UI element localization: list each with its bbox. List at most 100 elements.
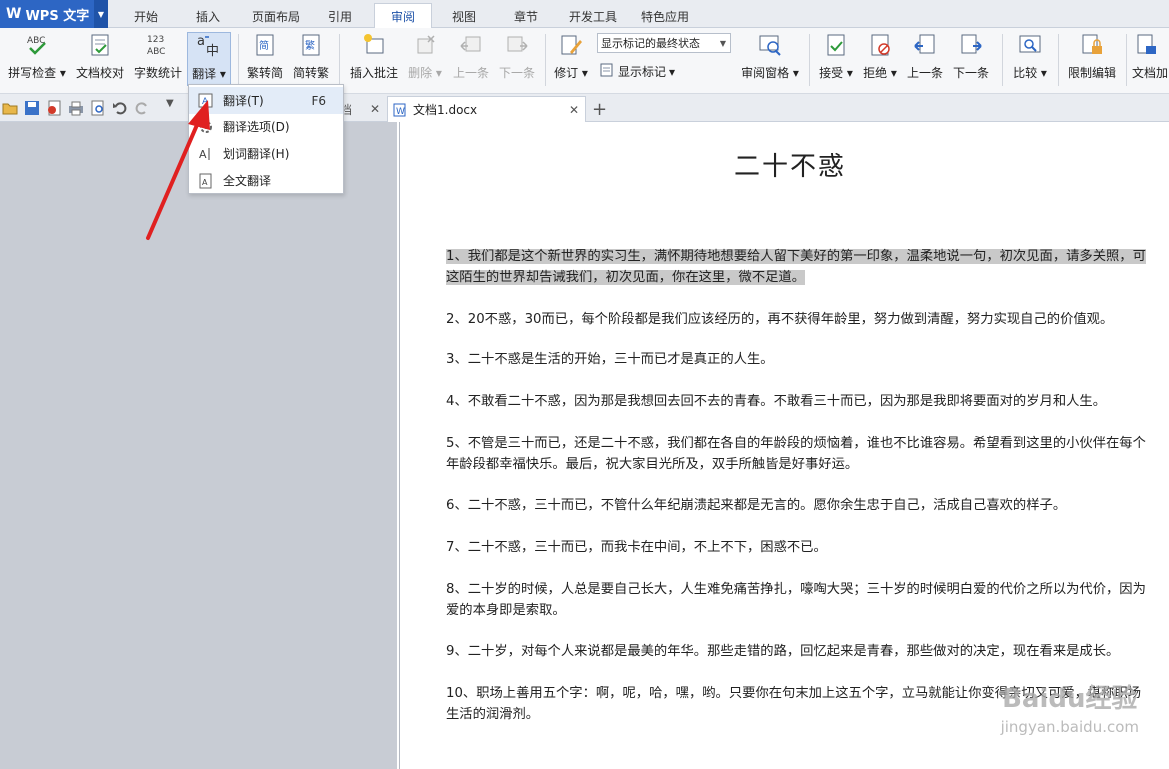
print-preview-icon[interactable] <box>90 100 106 116</box>
prev-comment-icon <box>458 32 484 58</box>
svg-text:中: 中 <box>206 44 219 59</box>
new-tab-button[interactable]: + <box>592 96 607 122</box>
insert-comment-label: 插入批注 <box>349 66 398 80</box>
menu-bar: W WPS 文字 ▼ 开始 插入 页面布局 引用 审阅 视图 章节 开发工具 特… <box>0 0 1169 29</box>
show-markup-button[interactable]: 显示标记 ▾ <box>600 63 675 80</box>
doc-encrypt-button[interactable]: 文档加 <box>1132 32 1169 86</box>
insert-comment-button[interactable]: 插入批注 <box>347 32 401 86</box>
revise-icon <box>558 32 584 58</box>
prev-change-button[interactable]: 上一条 <box>904 32 946 86</box>
next-comment-label: 下一条 <box>498 66 535 80</box>
export-pdf-icon[interactable] <box>46 100 62 116</box>
spell-check-icon: ABC <box>24 32 50 58</box>
tab-references[interactable]: 引用 <box>314 4 366 28</box>
markup-state-select[interactable]: 显示标记的最终状态 ▼ <box>597 33 731 53</box>
next-comment-icon <box>504 32 530 58</box>
doc-tab-label: 文档1.docx <box>413 103 478 117</box>
doc-proof-label: 文档校对 <box>75 66 124 80</box>
doc-proof-icon <box>87 32 113 58</box>
svg-text:简: 简 <box>259 39 269 52</box>
tab-chapter[interactable]: 章节 <box>500 4 552 28</box>
tab-developer[interactable]: 开发工具 <box>560 4 626 28</box>
svg-text:a: a <box>197 34 205 49</box>
accept-label: 接受 <box>819 66 844 80</box>
reject-button[interactable]: 拒绝 ▾ <box>860 32 900 86</box>
review-pane-button[interactable]: 审阅窗格 ▾ <box>738 32 802 86</box>
wps-logo-icon: W <box>6 6 22 22</box>
tab-document[interactable]: W 文档1.docx ✕ <box>387 96 586 122</box>
chevron-down-icon[interactable]: ▼ <box>94 0 108 28</box>
document-page[interactable]: 二十不惑 1、我们都是这个新世界的实习生，满怀期待地想要给人留下美好的第一印象，… <box>399 122 1169 769</box>
tab-view[interactable]: 视图 <box>438 4 490 28</box>
app-title: WPS 文字 <box>25 8 90 24</box>
prev-change-label: 上一条 <box>906 66 943 80</box>
revise-button[interactable]: 修订 ▾ <box>551 32 591 86</box>
paragraph: 1、我们都是这个新世界的实习生，满怀期待地想要给人留下美好的第一印象，温柔地说一… <box>446 249 1146 285</box>
show-markup-label: 显示标记 <box>618 65 667 79</box>
menu-item-label: 全文翻译 <box>223 174 272 188</box>
paragraph: 7、二十不惑，三十而已，而我卡在中间，不上不下，困惑不已。 <box>446 540 827 555</box>
paragraph: 6、二十不惑，三十而已，不管什么年纪崩溃起来都是无言的。愿你余生忠于自己，活成自… <box>446 498 1067 513</box>
word-count-icon: 123 ABC <box>145 32 171 58</box>
doc-proof-button[interactable]: 文档校对 <box>74 32 126 86</box>
tab-features[interactable]: 特色应用 <box>632 4 698 28</box>
delete-label: 删除 <box>408 66 433 80</box>
close-icon[interactable]: ✕ <box>569 103 579 117</box>
ribbon-divider <box>545 34 546 86</box>
compare-label: 比较 <box>1013 66 1038 80</box>
revise-label: 修订 <box>554 66 579 80</box>
word-count-button[interactable]: 123 ABC 字数统计 <box>132 32 184 86</box>
translate-icon: a中 <box>196 33 222 59</box>
trad-to-simp-label: 繁转简 <box>246 66 283 80</box>
tab-review[interactable]: 审阅 <box>374 3 432 29</box>
tab-insert[interactable]: 插入 <box>180 4 236 28</box>
prev-comment-label: 上一条 <box>452 66 489 80</box>
svg-text:W: W <box>396 107 405 117</box>
next-change-icon <box>958 32 984 58</box>
svg-text:123: 123 <box>147 35 164 45</box>
app-menu-button[interactable]: W WPS 文字 ▼ <box>0 0 108 28</box>
accept-icon <box>823 32 849 58</box>
simp-to-trad-button[interactable]: 繁 简转繁 <box>290 32 332 86</box>
simp-to-trad-label: 简转繁 <box>292 66 329 80</box>
compare-button[interactable]: 比较 ▾ <box>1008 32 1052 86</box>
prev-change-icon <box>912 32 938 58</box>
restrict-edit-label: 限制编辑 <box>1067 66 1116 80</box>
menu-item-label: 翻译选项(D) <box>223 120 290 134</box>
restrict-edit-button[interactable]: 限制编辑 <box>1064 32 1120 86</box>
menu-item-shortcut: F6 <box>311 93 326 108</box>
markup-state-value: 显示标记的最终状态 <box>601 37 700 50</box>
close-icon[interactable]: ✕ <box>370 102 380 116</box>
ribbon-divider <box>1126 34 1127 86</box>
red-pointer-arrow <box>146 100 210 240</box>
compare-icon <box>1017 32 1043 58</box>
insert-comment-icon <box>361 32 387 58</box>
reject-icon <box>867 32 893 58</box>
paragraph: 3、二十不惑是生活的开始，三十而已才是真正的人生。 <box>446 352 774 367</box>
svg-text:ABC: ABC <box>147 47 165 57</box>
hidden-doc-tab[interactable]: 档 ✕ <box>340 96 384 122</box>
print-icon[interactable] <box>68 100 84 116</box>
undo-icon[interactable] <box>112 100 128 116</box>
spell-check-button[interactable]: ABC 拼写检查 ▾ <box>6 32 68 86</box>
delete-comment-button[interactable]: 删除 ▾ <box>406 32 444 86</box>
open-folder-icon[interactable] <box>2 100 18 116</box>
chevron-down-icon: ▼ <box>719 38 726 48</box>
lock-icon <box>1079 32 1105 58</box>
word-doc-icon: W <box>393 103 406 117</box>
ribbon: ABC 拼写检查 ▾ 文档校对 123 ABC 字数统计 a中 翻译 ▾ 简 繁转… <box>0 28 1169 94</box>
ribbon-divider <box>809 34 810 86</box>
word-count-label: 字数统计 <box>133 66 182 80</box>
baidu-watermark: Baidu经验 jingyan.baidu.com <box>1000 684 1139 736</box>
tab-page-layout[interactable]: 页面布局 <box>244 4 308 28</box>
trad-to-simp-button[interactable]: 简 繁转简 <box>244 32 286 86</box>
save-icon[interactable] <box>24 100 40 116</box>
accept-button[interactable]: 接受 ▾ <box>816 32 856 86</box>
prev-comment-button[interactable]: 上一条 <box>450 32 492 86</box>
tab-home[interactable]: 开始 <box>118 4 174 28</box>
next-change-button[interactable]: 下一条 <box>950 32 992 86</box>
translate-button[interactable]: a中 翻译 ▾ <box>187 32 231 86</box>
paragraph: 9、二十岁，对每个人来说都是最美的年华。那些走错的路，回忆起来是青春，那些做对的… <box>446 644 1120 659</box>
next-comment-button[interactable]: 下一条 <box>496 32 538 86</box>
doc-encrypt-icon <box>1132 32 1158 58</box>
